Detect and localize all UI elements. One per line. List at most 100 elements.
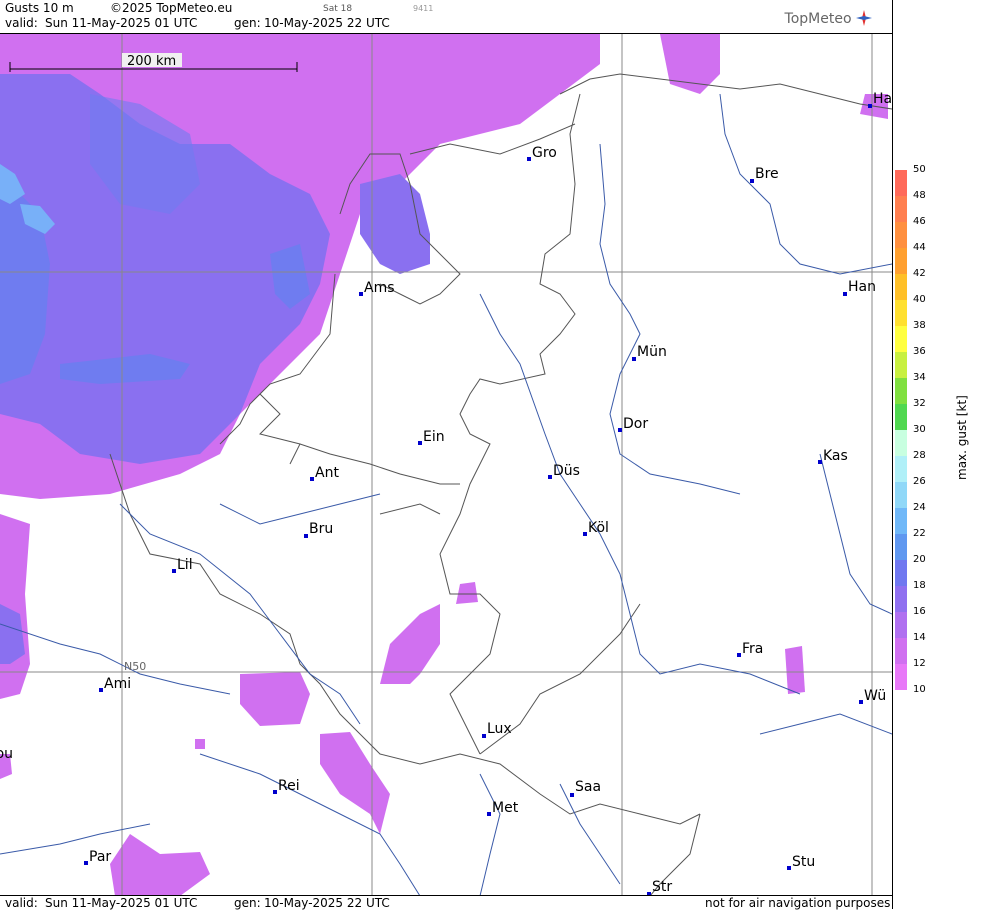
city-stu[interactable]: Stu bbox=[787, 854, 815, 870]
map-footer: valid: Sun 11-May-2025 01 UTC gen: 10-Ma… bbox=[0, 895, 892, 910]
lat-label: N50 bbox=[124, 660, 146, 673]
svg-text:Saa: Saa bbox=[575, 779, 601, 795]
footer-gen-label: gen: bbox=[234, 896, 261, 910]
svg-text:Stu: Stu bbox=[792, 854, 815, 870]
svg-text:Dor: Dor bbox=[623, 416, 648, 432]
map-canvas[interactable]: 200 km N50 Ha Gro Bre Ams Han Mün Dor Ei… bbox=[0, 33, 892, 896]
legend-swatch bbox=[895, 300, 907, 326]
legend-swatch bbox=[895, 612, 907, 638]
legend-swatch bbox=[895, 222, 907, 248]
legend-swatch bbox=[895, 534, 907, 560]
city-dor[interactable]: Dor bbox=[618, 416, 648, 432]
legend-swatch bbox=[895, 482, 907, 508]
sat-label: Sat 18 bbox=[323, 4, 353, 14]
scale-label: 200 km bbox=[127, 54, 176, 69]
city-ami[interactable]: Ami bbox=[99, 676, 131, 692]
legend-swatch bbox=[895, 326, 907, 352]
legend-tick: 36 bbox=[913, 346, 926, 357]
product-title: Gusts 10 m bbox=[5, 1, 74, 15]
legend-tick: 30 bbox=[913, 424, 926, 435]
legend-tick: 44 bbox=[913, 242, 926, 253]
gen-label: gen: bbox=[234, 16, 261, 30]
legend-swatch bbox=[895, 378, 907, 404]
svg-text:Bre: Bre bbox=[755, 166, 779, 182]
city-bre[interactable]: Bre bbox=[750, 166, 779, 183]
city-ams[interactable]: Ams bbox=[359, 280, 395, 296]
legend-tick: 34 bbox=[913, 372, 926, 383]
svg-text:Lux: Lux bbox=[487, 721, 512, 737]
svg-text:Kas: Kas bbox=[823, 448, 848, 464]
legend-swatch bbox=[895, 664, 907, 690]
footer-gen-time: 10-May-2025 22 UTC bbox=[264, 896, 390, 910]
legend-tick: 10 bbox=[913, 684, 926, 695]
legend-title: max. gust [kt] bbox=[955, 395, 969, 480]
city-ein[interactable]: Ein bbox=[418, 429, 445, 445]
svg-text:Düs: Düs bbox=[553, 463, 580, 479]
legend-swatch bbox=[895, 456, 907, 482]
city-saa[interactable]: Saa bbox=[570, 779, 601, 797]
svg-text:Wü: Wü bbox=[864, 688, 886, 704]
disclaimer: not for air navigation purposes bbox=[705, 896, 891, 910]
legend-swatch bbox=[895, 274, 907, 300]
city-par[interactable]: Par bbox=[84, 849, 111, 865]
legend-tick: 38 bbox=[913, 320, 926, 331]
footer-valid-label: valid: bbox=[5, 896, 38, 910]
legend-swatch bbox=[895, 586, 907, 612]
legend-swatch bbox=[895, 248, 907, 274]
compass-icon bbox=[856, 10, 872, 26]
city-bou[interactable]: Bou bbox=[0, 746, 13, 762]
color-legend: 50 48 46 44 42 40 38 36 34 32 30 28 26 24 22 20 18 16 14 12… bbox=[892, 0, 983, 909]
legend-swatch bbox=[895, 638, 907, 664]
legend-tick: 42 bbox=[913, 268, 926, 279]
code-label: 9411 bbox=[413, 4, 434, 13]
city-rei[interactable]: Rei bbox=[273, 778, 300, 794]
svg-text:Gro: Gro bbox=[532, 145, 557, 161]
city-fra[interactable]: Fra bbox=[737, 641, 763, 657]
legend-swatch bbox=[895, 560, 907, 586]
svg-text:Par: Par bbox=[89, 849, 111, 865]
legend-tick: 46 bbox=[913, 216, 926, 227]
city-gro[interactable]: Gro bbox=[527, 145, 557, 161]
city-kas[interactable]: Kas bbox=[818, 448, 848, 464]
svg-text:Fra: Fra bbox=[742, 641, 763, 657]
svg-text:Han: Han bbox=[848, 279, 876, 295]
svg-text:Bru: Bru bbox=[309, 521, 333, 537]
city-wu[interactable]: Wü bbox=[859, 688, 886, 704]
city-mun[interactable]: Mün bbox=[632, 344, 667, 361]
city-kol[interactable]: Köl bbox=[583, 520, 609, 536]
legend-swatch bbox=[895, 196, 907, 222]
map-svg: 200 km N50 Ha Gro Bre Ams Han Mün Dor Ei… bbox=[0, 34, 892, 896]
legend-tick: 50 bbox=[913, 164, 926, 175]
city-bru[interactable]: Bru bbox=[304, 521, 333, 538]
svg-text:Köl: Köl bbox=[588, 520, 609, 536]
valid-label: valid: bbox=[5, 16, 38, 30]
copyright: ©2025 TopMeteo.eu bbox=[110, 1, 233, 15]
legend-swatch bbox=[895, 404, 907, 430]
city-met[interactable]: Met bbox=[487, 800, 519, 816]
svg-text:Str: Str bbox=[652, 879, 672, 895]
legend-tick: 48 bbox=[913, 190, 926, 201]
gen-time: 10-May-2025 22 UTC bbox=[264, 16, 390, 30]
legend-tick: 14 bbox=[913, 632, 926, 643]
legend-tick: 20 bbox=[913, 554, 926, 565]
legend-tick: 22 bbox=[913, 528, 926, 539]
legend-tick: 16 bbox=[913, 606, 926, 617]
city-han[interactable]: Han bbox=[843, 279, 876, 296]
city-lux[interactable]: Lux bbox=[482, 721, 512, 738]
legend-swatch bbox=[895, 352, 907, 378]
svg-text:Lil: Lil bbox=[177, 557, 193, 573]
city-str[interactable]: Str bbox=[647, 879, 672, 896]
svg-text:Ams: Ams bbox=[364, 280, 395, 296]
map-header: Gusts 10 m ©2025 TopMeteo.eu Sat 18 9411… bbox=[0, 0, 892, 33]
legend-tick: 26 bbox=[913, 476, 926, 487]
city-ant[interactable]: Ant bbox=[310, 465, 339, 481]
brand-logo[interactable]: TopMeteo bbox=[785, 10, 872, 27]
legend-tick: 18 bbox=[913, 580, 926, 591]
legend-swatch bbox=[895, 508, 907, 534]
legend-swatch bbox=[895, 430, 907, 456]
svg-text:Ami: Ami bbox=[104, 676, 131, 692]
city-dus[interactable]: Düs bbox=[548, 463, 580, 479]
svg-text:Ha: Ha bbox=[873, 91, 892, 107]
legend-tick: 28 bbox=[913, 450, 926, 461]
valid-time: Sun 11-May-2025 01 UTC bbox=[45, 16, 198, 30]
